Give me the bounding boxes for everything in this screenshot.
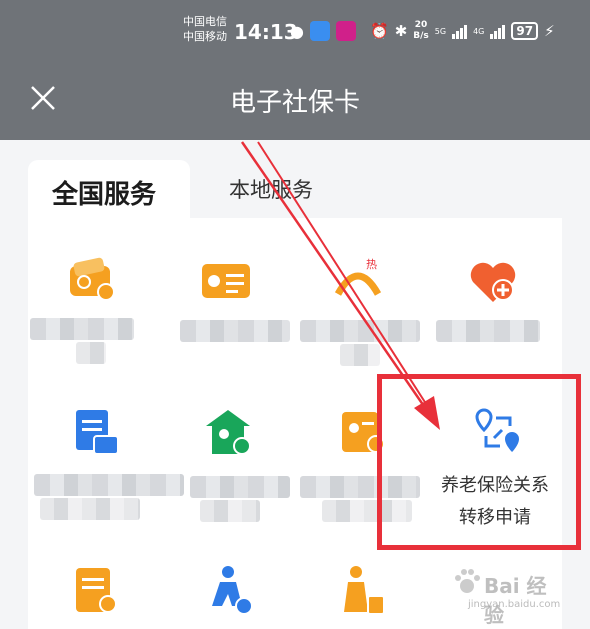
network-speed: 20 B/s xyxy=(413,20,429,41)
qq-icon: ● xyxy=(290,21,304,41)
id-card-icon xyxy=(202,264,250,298)
medical-heart-icon xyxy=(470,262,516,302)
blurred-label xyxy=(180,320,290,342)
charging-icon: ⚡ xyxy=(544,22,555,40)
signal-1-icon xyxy=(452,23,468,39)
page-title: 电子社保卡 xyxy=(229,88,360,118)
net-type-1: 5G xyxy=(434,26,447,36)
invoice-print-icon xyxy=(76,410,119,455)
blurred-label xyxy=(200,500,260,522)
employee-icon xyxy=(206,410,251,455)
net-type-2: 4G xyxy=(473,26,485,36)
tab-local-services[interactable]: 本地服务 xyxy=(229,174,313,204)
app-header: 电子社保卡 xyxy=(0,60,590,140)
blurred-label xyxy=(340,344,380,366)
blurred-label xyxy=(300,320,420,342)
baidu-paw-logo xyxy=(455,569,480,593)
carrier-1: 中国电信 xyxy=(183,15,227,28)
blurred-label xyxy=(34,474,184,496)
status-bar: 中国电信 中国移动 14:13 ● ⏰ ✱ 20 B/s 5G 4G 97 ⚡ xyxy=(0,0,590,60)
baidu-watermark: Bai 经验 jingyan.baidu.com xyxy=(452,566,562,627)
bluetooth-icon: ✱ xyxy=(394,22,408,40)
wallet-icon xyxy=(70,257,115,301)
blurred-label xyxy=(40,498,140,520)
blurred-label xyxy=(30,318,134,340)
signal-2-icon xyxy=(490,23,506,39)
watermark-url: jingyan.baidu.com xyxy=(468,599,561,610)
service-tabs: 全国服务 本地服务 xyxy=(0,140,590,220)
status-time: 14:13 xyxy=(234,20,298,44)
blurred-label xyxy=(76,342,106,364)
alarm-icon: ⏰ xyxy=(370,22,389,40)
carrier-2: 中国移动 xyxy=(183,30,227,43)
highlight-box xyxy=(377,374,581,550)
elderly-calculator-icon xyxy=(344,566,385,615)
weather-app-icon xyxy=(309,21,330,41)
shopping-app-icon xyxy=(335,21,356,41)
blurred-label xyxy=(190,476,290,498)
tab-national-services[interactable]: 全国服务 xyxy=(28,160,190,220)
worker-injury-icon xyxy=(212,566,253,615)
notification-icons: ● xyxy=(290,20,356,42)
blurred-label xyxy=(436,320,540,342)
carrier-info: 中国电信 中国移动 xyxy=(183,14,227,44)
document-edit-icon xyxy=(76,568,117,613)
svg-text:热: 热 xyxy=(366,258,377,271)
system-icons: ⏰ ✱ 20 B/s 5G 4G 97 ⚡ xyxy=(370,18,555,44)
battery-icon: 97 xyxy=(511,22,539,40)
hot-service-icon: 热 xyxy=(334,258,382,296)
